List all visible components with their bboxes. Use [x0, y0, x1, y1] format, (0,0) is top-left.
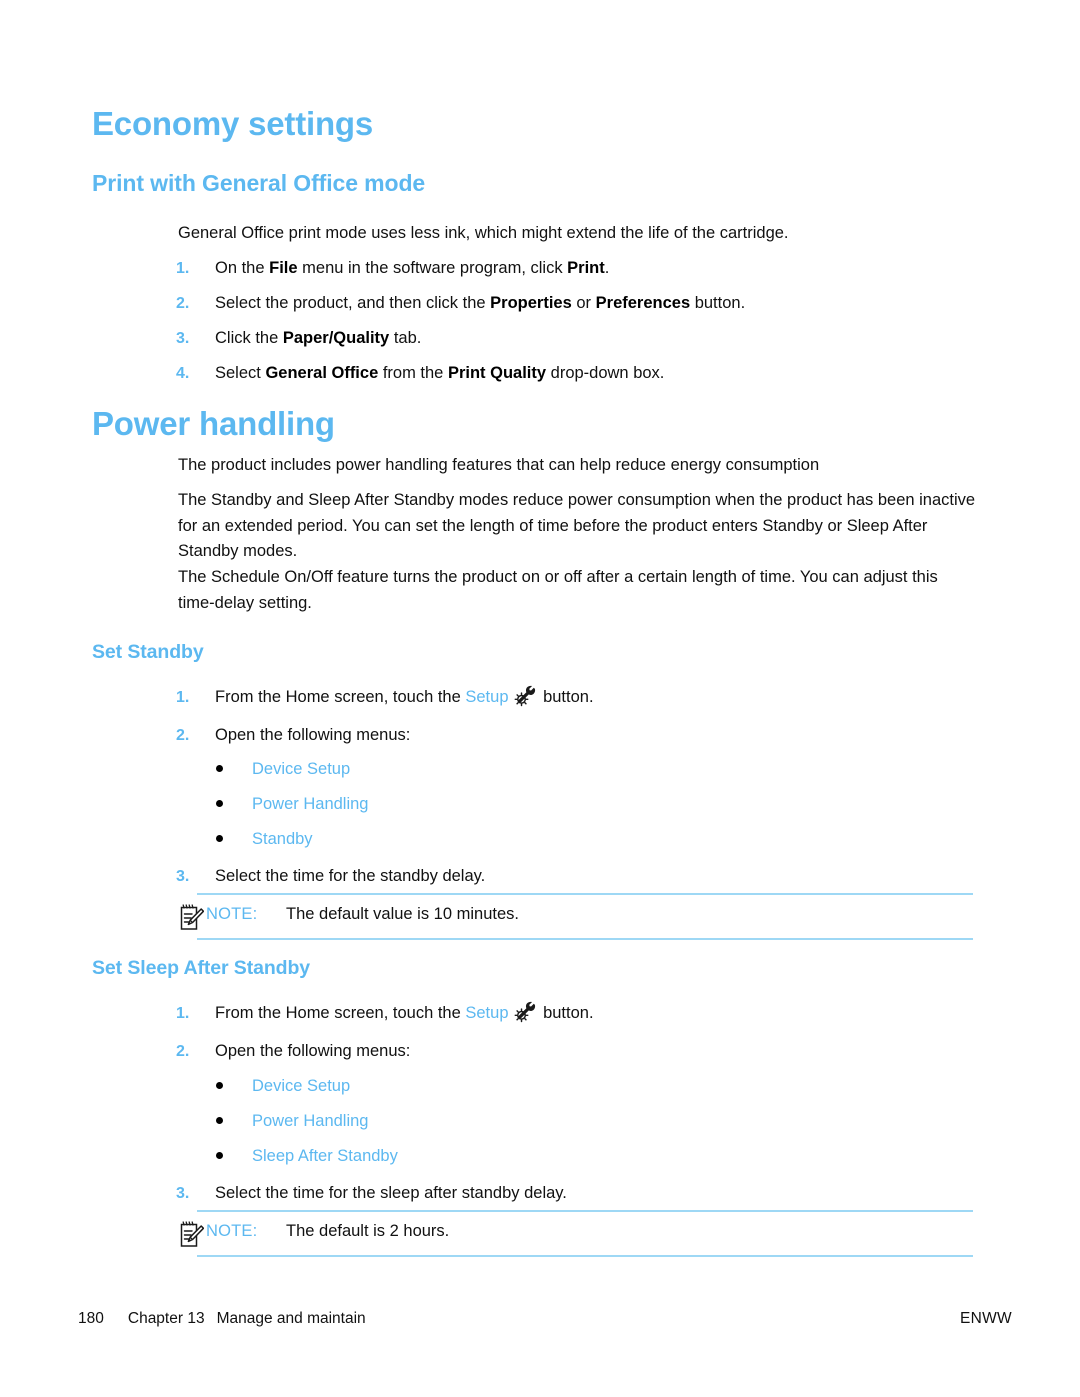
footer-right-label: ENWW — [960, 1310, 1012, 1327]
list-text: Select the time for the sleep after stan… — [215, 1184, 567, 1202]
heading-set-sleep-after-standby: Set Sleep After Standby — [92, 957, 311, 979]
bullet-dot-icon — [216, 800, 223, 807]
list-number: 2. — [176, 1043, 190, 1060]
list-number: 2. — [176, 727, 190, 744]
note-notepad-pencil-icon — [178, 903, 205, 931]
list-text: Select General Office from the Print Qua… — [215, 364, 665, 382]
list-number: 1. — [176, 689, 190, 706]
power-paragraph-2: The Standby and Sleep After Standby mode… — [178, 491, 976, 560]
list-item: 4. Select General Office from the Print … — [176, 361, 986, 386]
menu-label[interactable]: Standby — [252, 828, 313, 850]
menu-bullet-item: Device Setup — [216, 758, 350, 780]
bullet-dot-icon — [216, 1082, 223, 1089]
list-number: 1. — [176, 260, 190, 277]
menu-bullet-item: Power Handling — [216, 793, 368, 815]
menu-bullet-item: Sleep After Standby — [216, 1145, 398, 1167]
footer-chapter: Chapter 13 — [127, 1310, 205, 1327]
list-text: On the File menu in the software program… — [215, 259, 610, 277]
list-item: 2. Open the following menus: — [176, 1039, 986, 1064]
bullet-dot-icon — [216, 835, 223, 842]
bullet-dot-icon — [216, 765, 223, 772]
list-text: Select the product, and then click the P… — [215, 294, 746, 312]
note-notepad-pencil-icon — [178, 1220, 205, 1248]
power-paragraph-3: The Schedule On/Off feature turns the pr… — [178, 568, 938, 612]
menu-label[interactable]: Device Setup — [252, 758, 350, 780]
list-item: 2. Select the product, and then click th… — [176, 291, 986, 316]
list-number: 3. — [176, 1185, 190, 1202]
menu-label[interactable]: Power Handling — [252, 793, 368, 815]
note-text: The default is 2 hours. — [286, 1222, 450, 1240]
list-item: 2. Open the following menus: — [176, 723, 986, 748]
footer-chapter-title: Manage and maintain — [216, 1310, 366, 1327]
list-item: 3. Click the Paper/Quality tab. — [176, 326, 986, 351]
menu-label[interactable]: Power Handling — [252, 1110, 368, 1132]
document-page: Economy settings Print with General Offi… — [0, 0, 1080, 1397]
list-number: 3. — [176, 868, 190, 885]
note-rule-bottom — [197, 1255, 973, 1257]
bullet-dot-icon — [216, 1152, 223, 1159]
list-text: Open the following menus: — [215, 726, 411, 744]
menu-label[interactable]: Sleep After Standby — [252, 1145, 398, 1167]
note-label: NOTE: — [206, 905, 258, 923]
page-title: Economy settings — [92, 105, 374, 142]
heading-set-standby: Set Standby — [92, 641, 204, 663]
note-rule-top — [197, 893, 973, 895]
menu-bullet-item: Power Handling — [216, 1110, 368, 1132]
setup-wrench-gear-icon — [514, 1001, 536, 1023]
menu-bullet-item: Standby — [216, 828, 313, 850]
list-text: Open the following menus: — [215, 1042, 411, 1060]
footer-left: 180 Chapter 13 Manage and maintain — [78, 1310, 366, 1328]
list-item: 1. On the File menu in the software prog… — [176, 256, 986, 281]
list-item: 3. Select the time for the standby delay… — [176, 864, 986, 889]
setup-wrench-gear-icon — [514, 685, 536, 707]
setup-link[interactable]: Setup — [465, 688, 508, 706]
heading-power-handling: Power handling — [92, 405, 335, 442]
list-number: 4. — [176, 365, 190, 382]
power-paragraph-1: The product includes power handling feat… — [178, 456, 820, 474]
list-item: 3. Select the time for the sleep after s… — [176, 1181, 986, 1206]
menu-label[interactable]: Device Setup — [252, 1075, 350, 1097]
note-rule-top — [197, 1210, 973, 1212]
list-number: 2. — [176, 295, 190, 312]
list-number: 3. — [176, 330, 190, 347]
menu-bullet-item: Device Setup — [216, 1075, 350, 1097]
list-text: Select the time for the standby delay. — [215, 867, 486, 885]
note-text: The default value is 10 minutes. — [286, 905, 519, 923]
list-text: From the Home screen, touch the Setup bu… — [215, 1001, 986, 1026]
note-rule-bottom — [197, 938, 973, 940]
office-intro-paragraph: General Office print mode uses less ink,… — [178, 224, 789, 242]
list-item: 1. From the Home screen, touch the Setup… — [176, 685, 986, 710]
list-number: 1. — [176, 1005, 190, 1022]
footer-page-number: 180 — [78, 1310, 104, 1327]
list-text: From the Home screen, touch the Setup bu… — [215, 685, 986, 710]
setup-link[interactable]: Setup — [465, 1004, 508, 1022]
heading-print-general-office: Print with General Office mode — [92, 170, 426, 196]
note-label: NOTE: — [206, 1222, 258, 1240]
list-item: 1. From the Home screen, touch the Setup… — [176, 1001, 986, 1026]
bullet-dot-icon — [216, 1117, 223, 1124]
list-text: Click the Paper/Quality tab. — [215, 329, 422, 347]
